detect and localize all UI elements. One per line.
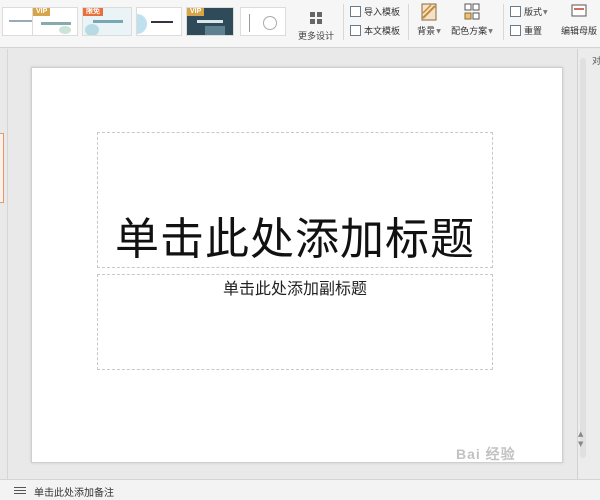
layout-button[interactable]: 版式▼ [510, 5, 548, 21]
subtitle-placeholder[interactable]: 单击此处添加副标题 [97, 274, 493, 370]
vertical-scrollbar[interactable] [580, 58, 586, 458]
more-design-label: 更多设计 [297, 32, 334, 42]
layout-icon [510, 6, 521, 17]
template-thumbnail-2[interactable]: VIP [32, 7, 78, 36]
import-template-icon [350, 6, 361, 17]
watermark-logo: Bai 经验 [456, 446, 516, 462]
title-placeholder[interactable]: 单击此处添加标题 [97, 132, 493, 268]
ribbon-toolbar: VIP 限免 VIP 更多设计 导入模板 本文模板 背景▼ 配色方案▼ 版式▼ … [0, 0, 600, 48]
reset-button[interactable]: 重置 [510, 24, 542, 40]
current-slide-marker[interactable] [0, 133, 4, 203]
reset-label: 重置 [524, 27, 543, 37]
reset-icon [510, 25, 521, 36]
import-template-button[interactable]: 导入模板 [350, 5, 400, 21]
background-icon [421, 3, 437, 21]
title-placeholder-text: 单击此处添加标题 [115, 214, 475, 265]
layout-label: 版式 [524, 8, 543, 18]
scroll-up-icon[interactable]: ▲ [578, 430, 583, 438]
background-button[interactable]: 背景▼ [414, 3, 444, 41]
vip-badge: VIP [33, 8, 51, 16]
notes-icon [14, 487, 26, 494]
this-template-label: 本文模板 [364, 27, 401, 37]
thumbnail-pane-collapsed[interactable] [0, 49, 8, 479]
template-thumbnail-5[interactable]: VIP [186, 7, 234, 36]
import-template-label: 导入模板 [364, 8, 401, 18]
scroll-down-icon[interactable]: ▼ [578, 440, 583, 448]
ribbon-divider [343, 4, 344, 40]
document-template-icon [350, 25, 361, 36]
slide-master-icon [571, 4, 587, 17]
notes-bar[interactable]: 单击此处添加备注 [0, 479, 600, 500]
free-badge: 限免 [83, 8, 103, 16]
this-template-button[interactable]: 本文模板 [350, 24, 400, 40]
template-thumbnail-6[interactable] [240, 7, 286, 36]
task-pane-label: 对 [592, 57, 600, 67]
color-scheme-label: 配色方案 [451, 27, 488, 37]
ribbon-divider [503, 4, 504, 40]
palette-icon [464, 3, 480, 20]
chevron-down-icon: ▼ [436, 28, 441, 35]
background-label: 背景 [417, 27, 436, 37]
notes-placeholder[interactable]: 单击此处添加备注 [34, 484, 114, 499]
chevron-down-icon: ▼ [488, 28, 493, 35]
subtitle-placeholder-text: 单击此处添加副标题 [222, 279, 367, 298]
vip-badge: VIP [187, 8, 205, 16]
edit-master-label: 编辑母版 [560, 27, 597, 37]
edit-master-button[interactable]: 编辑母版 [558, 3, 600, 41]
template-thumbnail-4[interactable] [136, 7, 182, 36]
chevron-down-icon: ▼ [543, 9, 548, 16]
ribbon-divider [408, 4, 409, 40]
slide-canvas[interactable]: 单击此处添加标题 单击此处添加副标题 [31, 67, 563, 463]
grid-icon [310, 12, 322, 24]
more-design-button[interactable]: 更多设计 [292, 6, 340, 42]
color-scheme-button[interactable]: 配色方案▼ [450, 3, 494, 41]
template-thumbnail-3[interactable]: 限免 [82, 7, 132, 36]
